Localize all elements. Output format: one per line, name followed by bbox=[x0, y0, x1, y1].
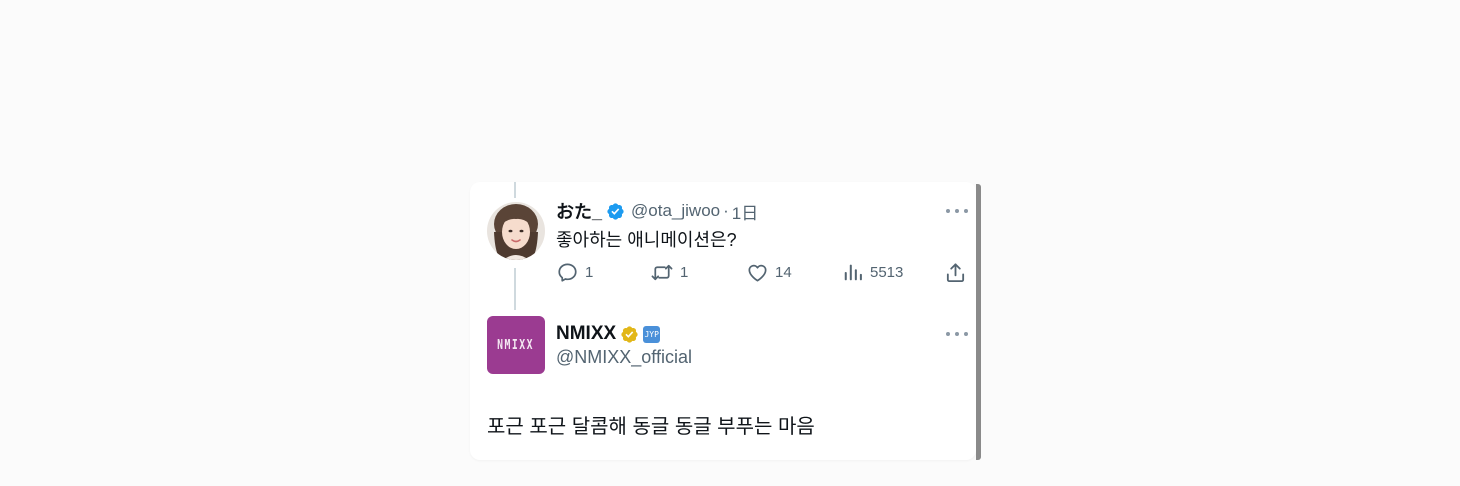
tweet-text: 포근 포근 달콤해 동글 동글 부푸는 마음 bbox=[487, 416, 815, 438]
more-options-icon[interactable] bbox=[946, 329, 968, 339]
like-count: 14 bbox=[775, 263, 792, 281]
thread-line-top bbox=[514, 182, 516, 198]
avatar[interactable]: NMIXX bbox=[487, 316, 545, 374]
handle[interactable]: @NMIXX_official bbox=[556, 347, 692, 368]
retweet-icon bbox=[651, 264, 673, 280]
avatar[interactable] bbox=[487, 202, 545, 260]
more-options-icon[interactable] bbox=[946, 206, 968, 216]
share-button[interactable] bbox=[944, 260, 967, 284]
retweet-count: 1 bbox=[680, 263, 689, 281]
action-bar: 1 1 14 5513 bbox=[556, 260, 970, 284]
reply-count: 1 bbox=[585, 263, 594, 281]
views-count: 5513 bbox=[870, 263, 904, 281]
tweet-card: おた_ @ota_jiwoo · 1日 좋아하는 애니메이션은? 1 1 14 … bbox=[470, 182, 976, 460]
handle[interactable]: @ota_jiwoo bbox=[631, 201, 720, 221]
separator-dot: · bbox=[723, 201, 729, 220]
affiliate-badge[interactable]: JYP bbox=[643, 325, 661, 343]
profile-photo bbox=[487, 202, 545, 260]
heart-icon bbox=[748, 264, 767, 282]
views-icon bbox=[844, 264, 862, 281]
card-right-edge bbox=[976, 184, 981, 460]
reply-text: 좋아하는 애니메이션은? bbox=[556, 230, 737, 250]
display-name[interactable]: NMIXX bbox=[556, 323, 616, 345]
nmixx-logo: NMIXX bbox=[497, 337, 535, 353]
reply-button[interactable]: 1 bbox=[556, 260, 593, 284]
reply-icon bbox=[558, 262, 577, 282]
gold-verified-badge-icon bbox=[621, 325, 638, 343]
share-icon bbox=[946, 262, 965, 282]
verified-badge-icon bbox=[607, 202, 624, 220]
thread-line-connector bbox=[514, 268, 516, 310]
timestamp[interactable]: 1日 bbox=[732, 199, 758, 224]
retweet-button[interactable]: 1 bbox=[650, 260, 688, 284]
display-name[interactable]: おた_ bbox=[556, 198, 602, 224]
like-button[interactable]: 14 bbox=[746, 260, 792, 284]
main-header: NMIXX JYP bbox=[556, 322, 661, 346]
reply-header: おた_ @ota_jiwoo · 1日 bbox=[556, 198, 758, 224]
views-button[interactable]: 5513 bbox=[842, 260, 903, 284]
